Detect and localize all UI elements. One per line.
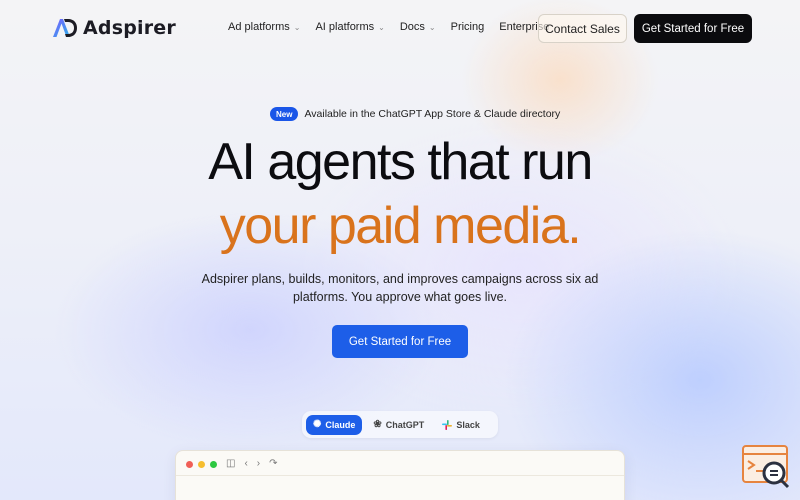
- tab-chatgpt[interactable]: ❀ ChatGPT: [366, 415, 431, 435]
- hero-subtitle: Adspirer plans, builds, monitors, and im…: [201, 272, 599, 304]
- claude-icon: ✺: [313, 418, 322, 430]
- tab-label: Slack: [456, 419, 480, 430]
- back-icon[interactable]: ‹: [244, 459, 247, 469]
- maximize-dot-icon[interactable]: [210, 460, 217, 468]
- adspirer-logo-icon: [53, 19, 77, 37]
- chevron-down-icon: ⌄: [378, 22, 385, 32]
- chatgpt-icon: ❀: [373, 418, 382, 430]
- platform-tabs: ✺ Claude ❀ ChatGPT Slack: [302, 411, 498, 438]
- hero-headline-line2: your paid media.: [219, 197, 582, 255]
- window-controls: ◫ ‹ › ↷: [186, 459, 278, 469]
- get-started-hero-button[interactable]: Get Started for Free: [332, 325, 468, 358]
- tab-slack[interactable]: Slack: [435, 415, 487, 435]
- close-dot-icon[interactable]: [186, 460, 193, 468]
- chat-support-icon[interactable]: [741, 444, 791, 489]
- announcement-bar[interactable]: New Available in the ChatGPT App Store &…: [270, 107, 560, 121]
- share-icon[interactable]: ↷: [269, 459, 277, 469]
- brand-logo[interactable]: Adspirer: [51, 16, 176, 40]
- nav-link-label: Ad platforms: [228, 21, 290, 33]
- app-preview-window: ◫ ‹ › ↷: [175, 450, 625, 500]
- nav-ai-platforms[interactable]: AI platforms ⌄: [315, 21, 384, 33]
- chevron-down-icon: ⌄: [428, 22, 436, 32]
- brand-name: Adspirer: [83, 17, 176, 39]
- nav-link-label: AI platforms: [315, 21, 375, 33]
- tab-label: ChatGPT: [385, 419, 425, 430]
- nav-pricing[interactable]: Pricing: [451, 21, 485, 33]
- sidebar-toggle-icon[interactable]: ◫: [226, 459, 235, 469]
- nav-link-label: Pricing: [450, 21, 485, 33]
- tab-label: Claude: [325, 419, 356, 430]
- new-badge: New: [270, 107, 299, 121]
- announcement-text: Available in the ChatGPT App Store & Cla…: [304, 108, 561, 120]
- slack-icon: [442, 419, 453, 430]
- toolbar-divider: [176, 475, 624, 476]
- nav-link-label: Docs: [399, 21, 425, 33]
- top-nav: Adspirer Ad platforms ⌄ AI platforms ⌄ D…: [0, 0, 800, 57]
- contact-sales-button[interactable]: Contact Sales: [538, 14, 627, 43]
- chevron-down-icon: ⌄: [293, 22, 301, 32]
- get-started-nav-button[interactable]: Get Started for Free: [634, 14, 752, 43]
- hero-headline-line1: AI agents that run: [208, 133, 593, 191]
- tab-claude[interactable]: ✺ Claude: [306, 414, 363, 435]
- forward-icon[interactable]: ›: [257, 459, 260, 469]
- nav-docs[interactable]: Docs ⌄: [400, 21, 436, 33]
- nav-ad-platforms[interactable]: Ad platforms ⌄: [228, 21, 300, 33]
- minimize-dot-icon[interactable]: [198, 460, 205, 468]
- nav-links: Ad platforms ⌄ AI platforms ⌄ Docs ⌄ Pri…: [228, 21, 564, 33]
